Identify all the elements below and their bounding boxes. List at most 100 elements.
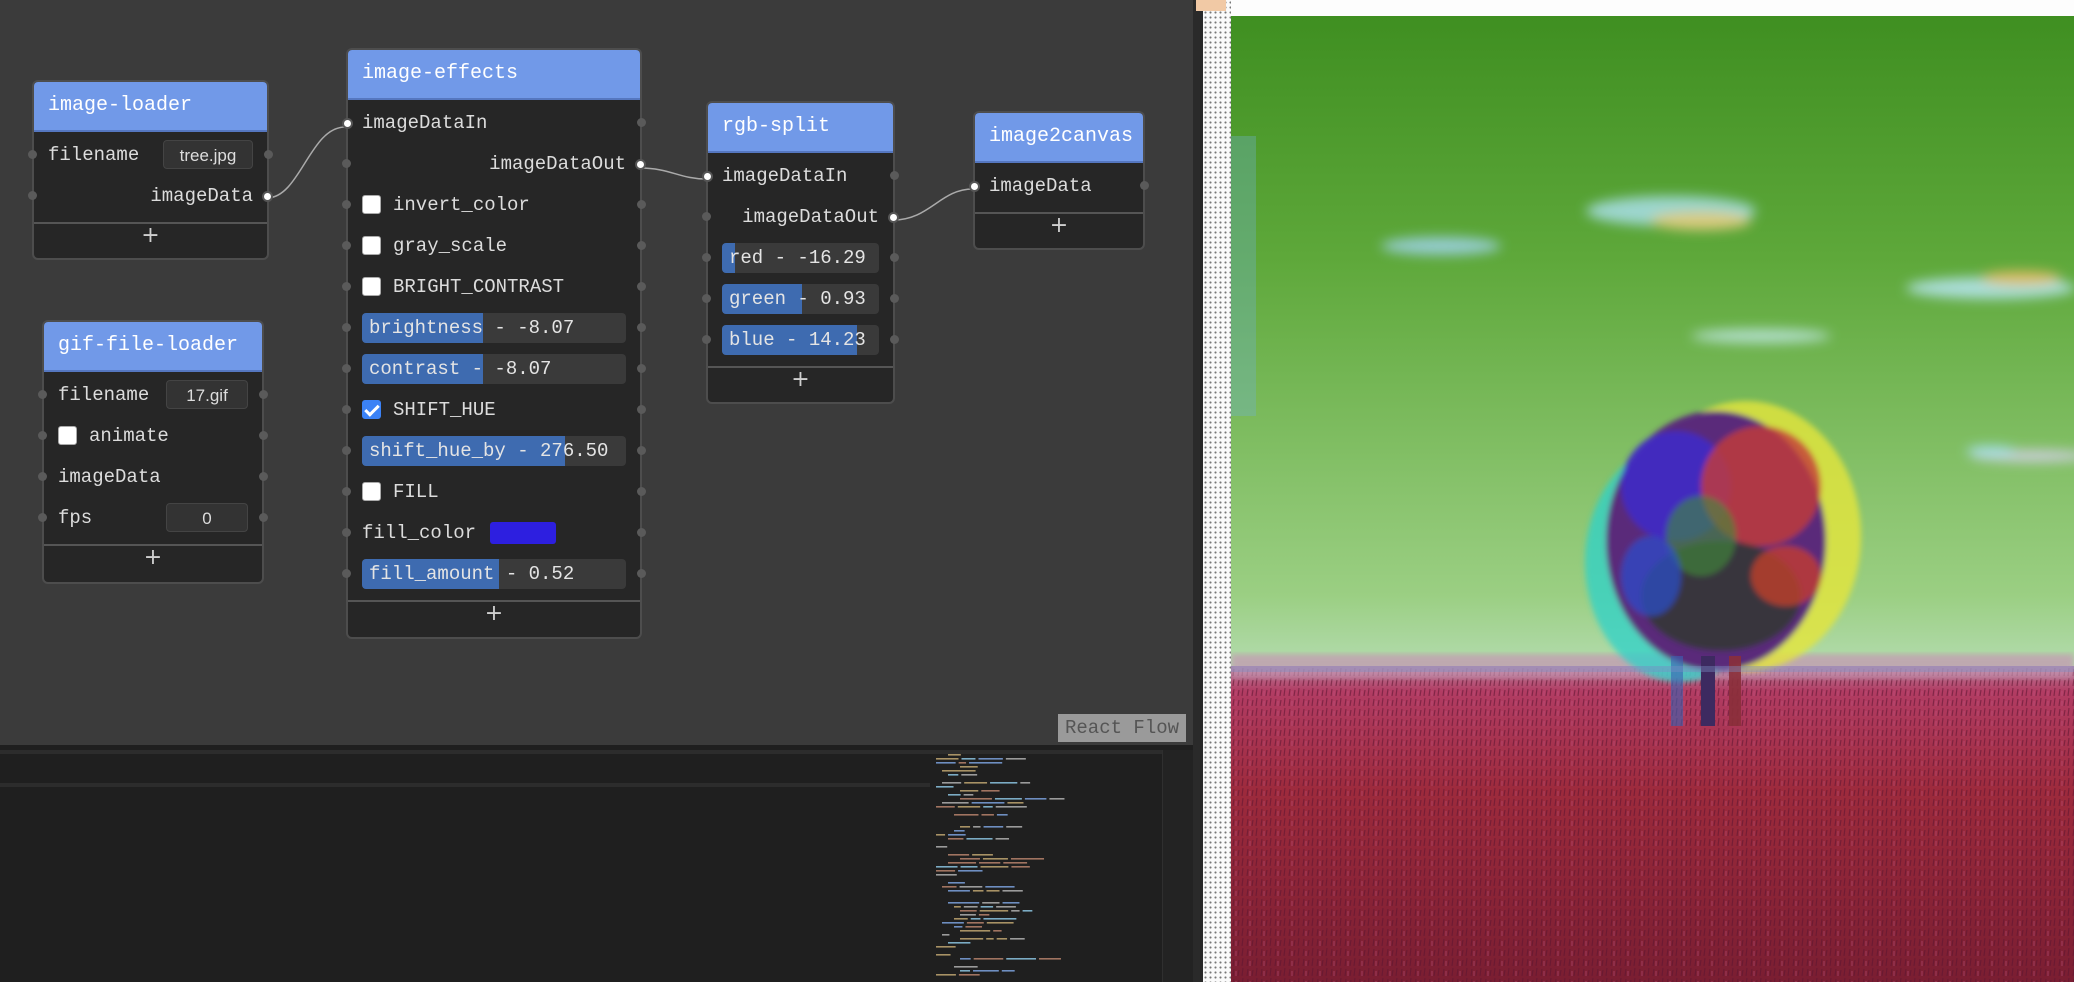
- react-flow-attribution[interactable]: React Flow: [1058, 714, 1187, 742]
- imagedatain-input-handle[interactable]: [342, 118, 353, 129]
- output-handle[interactable]: [637, 528, 646, 537]
- node-image-loader[interactable]: image-loader filename tree.jpg imageData…: [28, 80, 273, 260]
- fill-color-row: fill_color: [342, 512, 646, 553]
- node-title[interactable]: gif-file-loader: [44, 322, 262, 372]
- input-handle[interactable]: [342, 159, 351, 168]
- input-handle[interactable]: [702, 253, 711, 262]
- input-handle[interactable]: [702, 294, 711, 303]
- node-gif-file-loader[interactable]: gif-file-loader filename 17.gif animate …: [38, 320, 268, 584]
- resize-gutter[interactable]: [1203, 0, 1231, 982]
- imagedataout-output-handle[interactable]: [635, 159, 646, 170]
- output-handle[interactable]: [637, 405, 646, 414]
- minimap-line: [996, 814, 1008, 816]
- output-handle[interactable]: [259, 513, 268, 522]
- code-editor-panel[interactable]: [0, 745, 1194, 982]
- add-button[interactable]: +: [708, 366, 893, 394]
- minimap-line: [1007, 802, 1024, 804]
- add-button[interactable]: +: [44, 544, 262, 572]
- output-handle[interactable]: [637, 487, 646, 496]
- imagedataout-output-handle[interactable]: [888, 212, 899, 223]
- node-image-effects[interactable]: image-effects imageDataIn imageDataOut i…: [342, 48, 646, 639]
- input-handle[interactable]: [28, 150, 37, 159]
- imagedata-input-handle[interactable]: [969, 181, 980, 192]
- node-image2canvas[interactable]: image2canvas imageData +: [969, 111, 1149, 250]
- minimap-line: [942, 922, 964, 924]
- minimap-line: [936, 954, 951, 956]
- output-handle[interactable]: [890, 335, 899, 344]
- red-slider[interactable]: red - -16.29: [722, 242, 879, 273]
- output-handle[interactable]: [890, 171, 899, 180]
- panel-divider[interactable]: [1193, 0, 1203, 982]
- add-button[interactable]: +: [34, 222, 267, 250]
- input-handle[interactable]: [342, 405, 351, 414]
- fill-amount-slider[interactable]: fill_amount - 0.52: [362, 558, 626, 589]
- input-handle[interactable]: [342, 487, 351, 496]
- node-title[interactable]: image-loader: [34, 82, 267, 132]
- input-handle[interactable]: [342, 282, 351, 291]
- contrast-slider[interactable]: contrast - -8.07: [362, 353, 626, 384]
- node-title[interactable]: rgb-split: [708, 103, 893, 153]
- input-handle[interactable]: [342, 241, 351, 250]
- input-handle[interactable]: [342, 569, 351, 578]
- code-minimap[interactable]: [930, 750, 1162, 982]
- input-handle[interactable]: [28, 191, 37, 200]
- fill-color-swatch[interactable]: [490, 521, 557, 544]
- input-handle[interactable]: [38, 390, 47, 399]
- output-handle[interactable]: [259, 390, 268, 399]
- editor-scrollbar[interactable]: [1162, 750, 1194, 982]
- gray-scale-label: gray_scale: [393, 234, 508, 257]
- input-handle[interactable]: [342, 200, 351, 209]
- input-handle[interactable]: [38, 513, 47, 522]
- output-handle[interactable]: [637, 446, 646, 455]
- fill-checkbox[interactable]: [362, 482, 381, 501]
- output-handle[interactable]: [637, 282, 646, 291]
- minimap-line: [1010, 938, 1025, 940]
- node-title[interactable]: image2canvas: [975, 113, 1143, 163]
- output-handle[interactable]: [890, 253, 899, 262]
- add-button[interactable]: +: [975, 212, 1143, 240]
- input-handle[interactable]: [342, 446, 351, 455]
- imagedatain-input-handle[interactable]: [702, 171, 713, 182]
- filename-input[interactable]: tree.jpg: [163, 140, 253, 169]
- input-handle[interactable]: [342, 528, 351, 537]
- output-handle[interactable]: [890, 294, 899, 303]
- output-handle[interactable]: [259, 431, 268, 440]
- minimap-line: [986, 922, 1014, 924]
- output-handle[interactable]: [637, 200, 646, 209]
- minimap-line: [978, 758, 1003, 760]
- minimap-line: [960, 866, 978, 868]
- blue-slider[interactable]: blue - 14.23: [722, 324, 879, 355]
- blue-row: blue - 14.23: [702, 319, 899, 360]
- output-handle[interactable]: [264, 150, 273, 159]
- shift-hue-checkbox[interactable]: [362, 400, 381, 419]
- filename-input[interactable]: 17.gif: [166, 380, 248, 409]
- bright-contrast-checkbox[interactable]: [362, 277, 381, 296]
- imagedata-output-handle[interactable]: [262, 191, 273, 202]
- input-handle[interactable]: [38, 431, 47, 440]
- green-slider[interactable]: green - 0.93: [722, 283, 879, 314]
- input-handle[interactable]: [702, 212, 711, 221]
- output-handle[interactable]: [637, 241, 646, 250]
- add-button[interactable]: +: [348, 600, 640, 628]
- input-handle[interactable]: [342, 323, 351, 332]
- output-handle[interactable]: [637, 364, 646, 373]
- output-handle[interactable]: [259, 472, 268, 481]
- brightness-slider[interactable]: brightness - -8.07: [362, 312, 626, 343]
- shift-hue-by-slider[interactable]: shift_hue_by - 276.50: [362, 435, 626, 466]
- invert-color-checkbox[interactable]: [362, 195, 381, 214]
- animate-checkbox[interactable]: [58, 426, 77, 445]
- input-handle[interactable]: [702, 335, 711, 344]
- output-handle[interactable]: [637, 118, 646, 127]
- fill-label: FILL: [393, 480, 439, 503]
- fps-input[interactable]: 0: [166, 503, 248, 532]
- output-handle[interactable]: [637, 323, 646, 332]
- output-handle[interactable]: [637, 569, 646, 578]
- node-rgb-split[interactable]: rgb-split imageDataIn imageDataOut red -…: [702, 101, 899, 404]
- input-handle[interactable]: [38, 472, 47, 481]
- output-handle[interactable]: [1140, 181, 1149, 190]
- node-title[interactable]: image-effects: [348, 50, 640, 100]
- input-handle[interactable]: [342, 364, 351, 373]
- gray-scale-checkbox[interactable]: [362, 236, 381, 255]
- minimap-line: [958, 870, 983, 872]
- flow-canvas[interactable]: image-loader filename tree.jpg imageData…: [0, 0, 1193, 745]
